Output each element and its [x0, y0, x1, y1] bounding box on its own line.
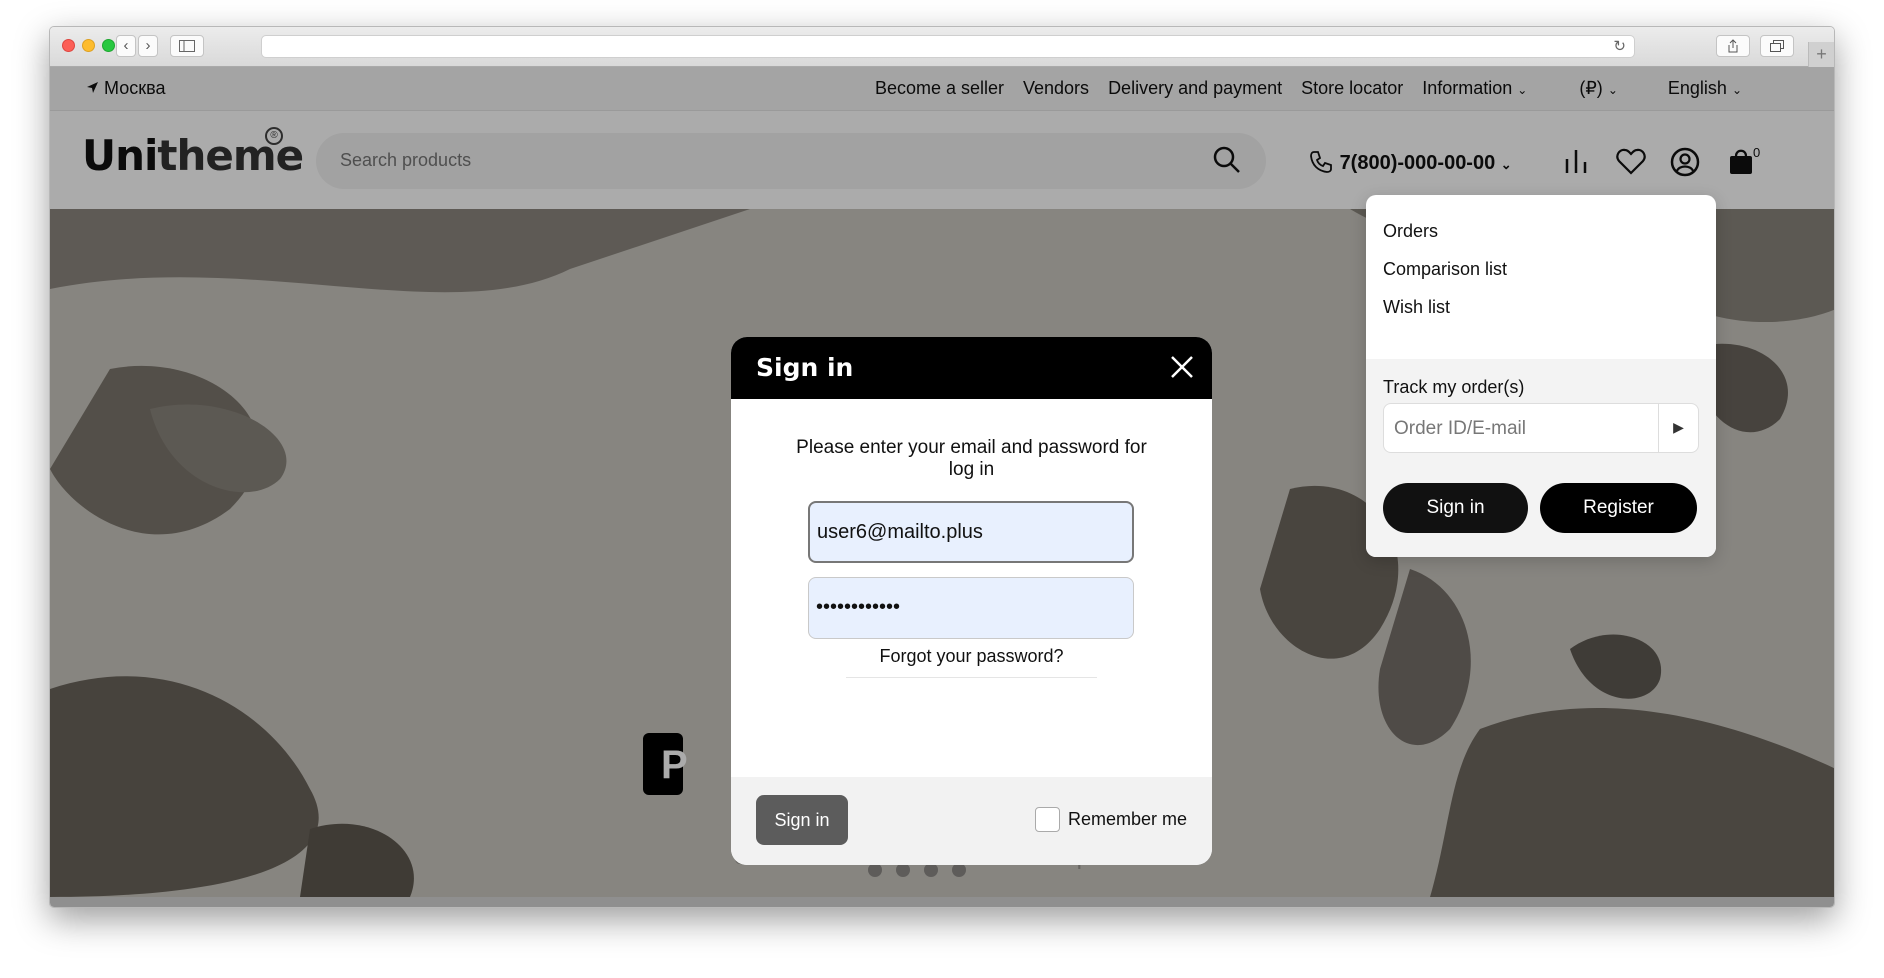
track-order-section: Track my order(s) ▶ Sign in Register — [1366, 359, 1716, 557]
sidebar-icon — [179, 40, 195, 52]
remember-me-checkbox[interactable] — [1034, 807, 1060, 832]
web-page: Москва Become a seller Vendors Delivery … — [50, 67, 1834, 907]
track-order-field: ▶ — [1383, 403, 1699, 453]
signin-instructions: Please enter your email and password for… — [796, 437, 1147, 480]
screen: ‹ › ↻ + Москва Become a seller Vendors D… — [0, 0, 1884, 978]
remember-me-option[interactable]: Remember me — [1034, 807, 1187, 832]
email-field — [808, 501, 1134, 563]
address-bar[interactable]: ↻ — [261, 35, 1635, 58]
password-input[interactable] — [816, 596, 1116, 619]
modal-footer: Sign in Remember me — [731, 777, 1212, 865]
modal-header: Sign in — [731, 337, 1212, 399]
modal-title: Sign in — [756, 353, 854, 382]
signin-submit-button[interactable]: Sign in — [756, 795, 848, 845]
account-menu-comparison-list[interactable]: Comparison list — [1383, 259, 1507, 280]
share-icon — [1728, 39, 1738, 53]
share-button[interactable] — [1716, 35, 1750, 57]
account-dropdown: Orders Comparison list Wish list Track m… — [1366, 195, 1716, 557]
track-order-label: Track my order(s) — [1383, 377, 1525, 397]
account-register-button[interactable]: Register — [1540, 483, 1697, 533]
browser-toolbar: ‹ › ↻ + — [50, 27, 1834, 67]
remember-me-label: Remember me — [1067, 809, 1187, 829]
signin-modal: Sign in Please enter your email and pass… — [731, 337, 1212, 865]
forward-button[interactable]: › — [138, 35, 158, 57]
account-menu-wish-list[interactable]: Wish list — [1383, 297, 1450, 318]
tabs-icon — [1770, 40, 1784, 52]
password-field — [808, 577, 1134, 639]
browser-window: ‹ › ↻ + Москва Become a seller Vendors D… — [49, 26, 1835, 908]
zoom-window-button[interactable] — [102, 39, 115, 52]
close-window-button[interactable] — [62, 39, 75, 52]
email-input[interactable] — [817, 521, 1117, 544]
account-menu-orders[interactable]: Orders — [1383, 221, 1438, 242]
track-order-submit-button[interactable]: ▶ — [1658, 404, 1698, 452]
account-signin-button[interactable]: Sign in — [1383, 483, 1528, 533]
track-order-input[interactable] — [1394, 418, 1634, 440]
minimize-window-button[interactable] — [82, 39, 95, 52]
new-tab-button[interactable]: + — [1808, 42, 1834, 67]
close-icon[interactable] — [1170, 355, 1194, 379]
tabs-overview-button[interactable] — [1760, 35, 1794, 57]
back-button[interactable]: ‹ — [116, 35, 136, 57]
reload-icon[interactable]: ↻ — [1613, 37, 1626, 55]
forgot-password-link[interactable]: Forgot your password? — [846, 646, 1097, 678]
sidebar-toggle-button[interactable] — [170, 35, 204, 57]
